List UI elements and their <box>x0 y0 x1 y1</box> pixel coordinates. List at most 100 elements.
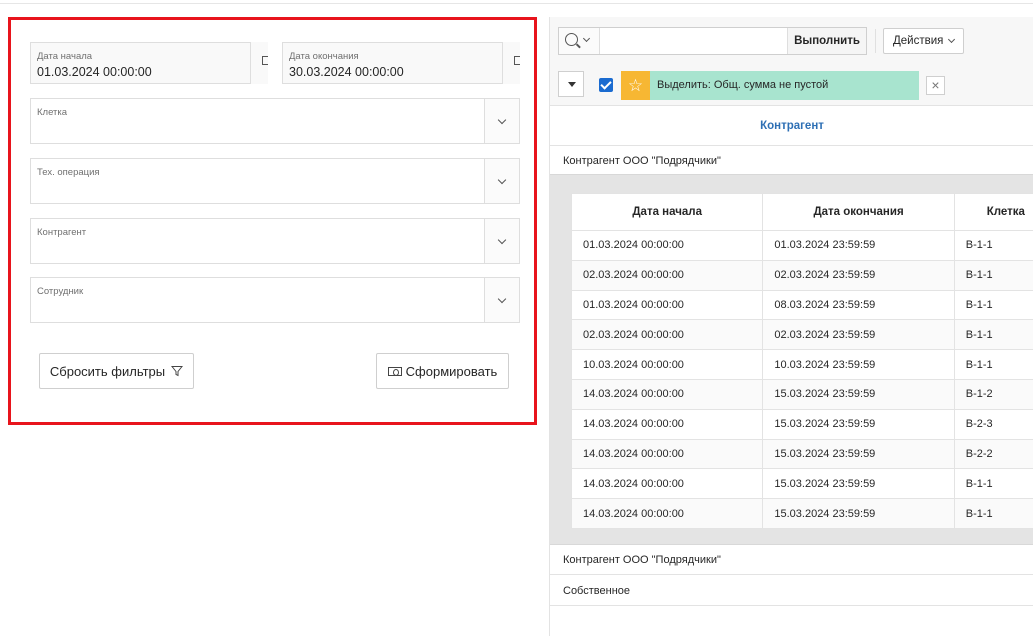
table-cell: 15.03.2024 23:59:59 <box>762 498 955 529</box>
group-row[interactable]: Собственное <box>550 576 1033 606</box>
table-cell: 14.03.2024 00:00:00 <box>570 408 764 440</box>
employee-dropdown-button[interactable] <box>484 278 519 322</box>
report-toolbar: Выполнить Действия ☆ Выделить: Общ. сумм… <box>550 17 1033 106</box>
reset-filters-label: Сбросить фильтры <box>49 363 166 379</box>
remove-highlight-button[interactable]: × <box>926 76 945 95</box>
go-button[interactable]: Выполнить <box>787 28 866 54</box>
detail-header-row: Дата начала Дата окончания Клетка <box>570 193 1033 231</box>
group-row[interactable]: Контрагент ООО "Подрядчики" <box>550 146 1033 176</box>
table-cell: B-2-3 <box>953 408 1033 440</box>
table-cell: B-1-1 <box>953 230 1033 261</box>
tech-operation-dropdown-button[interactable] <box>484 159 519 203</box>
table-cell: 10.03.2024 00:00:00 <box>570 349 764 380</box>
table-cell: 14.03.2024 00:00:00 <box>570 498 764 529</box>
generate-label: Сформировать <box>405 363 498 379</box>
employee-select[interactable]: Сотрудник <box>30 277 520 323</box>
highlight-filter-text: Выделить: Общ. сумма не пустой <box>657 79 829 91</box>
table-cell: 14.03.2024 00:00:00 <box>570 468 764 500</box>
table-cell: 01.03.2024 00:00:00 <box>570 289 764 321</box>
table-row: 01.03.2024 00:00:00 08.03.2024 23:59:59 B-… <box>570 289 1033 321</box>
table-cell: B-1-1 <box>953 468 1033 500</box>
chevron-down-icon <box>497 115 507 125</box>
table-cell: 15.03.2024 23:59:59 <box>762 438 955 470</box>
cell-select[interactable]: Клетка <box>30 98 520 144</box>
table-cell: 02.03.2024 00:00:00 <box>570 259 764 291</box>
table-row: 14.03.2024 00:00:00 15.03.2024 23:59:59 B-… <box>570 438 1033 470</box>
table-cell: 15.03.2024 23:59:59 <box>762 468 955 500</box>
date-start-value[interactable]: 01.03.2024 00:00:00 <box>37 65 152 79</box>
actions-menu-button[interactable]: Действия <box>883 28 964 54</box>
table-cell: 14.03.2024 00:00:00 <box>570 438 764 470</box>
table-cell: B-1-1 <box>953 498 1033 529</box>
employee-label: Сотрудник <box>37 286 84 297</box>
chevron-down-icon <box>582 34 591 43</box>
search-icon <box>565 33 578 46</box>
table-cell: 14.03.2024 00:00:00 <box>570 378 764 410</box>
counterparty-dropdown-button[interactable] <box>484 219 519 263</box>
table-cell: 02.03.2024 00:00:00 <box>570 319 764 351</box>
column-header-start-date[interactable]: Дата начала <box>570 193 764 231</box>
tech-operation-select[interactable]: Тех. операция <box>30 158 520 204</box>
table-cell: B-1-1 <box>953 349 1033 380</box>
money-icon <box>387 366 402 376</box>
calendar-icon <box>262 56 268 65</box>
table-cell: B-2-2 <box>953 438 1033 470</box>
table-row: 14.03.2024 00:00:00 15.03.2024 23:59:59 B-… <box>570 408 1033 440</box>
filter-icon <box>171 365 184 377</box>
table-cell: B-1-1 <box>953 259 1033 291</box>
group-column-header[interactable]: Контрагент <box>550 106 1033 146</box>
table-cell: 15.03.2024 23:59:59 <box>762 408 955 440</box>
chevron-down-icon <box>497 294 507 304</box>
table-cell: 15.03.2024 23:59:59 <box>762 378 955 410</box>
cell-label: Клетка <box>37 107 68 118</box>
table-row: 14.03.2024 00:00:00 15.03.2024 23:59:59 B-… <box>570 378 1033 410</box>
table-cell: B-1-1 <box>953 289 1033 321</box>
counterparty-select[interactable]: Контрагент <box>30 218 520 264</box>
chevron-down-icon <box>497 175 507 185</box>
reset-filters-button[interactable]: Сбросить фильтры <box>39 353 194 389</box>
filter-panel: Дата начала 01.03.2024 00:00:00 Дата око… <box>8 17 537 425</box>
date-end-label: Дата окончания <box>289 51 359 62</box>
date-start-calendar-button[interactable] <box>250 42 268 84</box>
table-cell: 02.03.2024 23:59:59 <box>762 259 955 291</box>
actions-label: Действия <box>893 35 944 47</box>
group-row[interactable]: Контрагент ООО "Подрядчики" <box>550 545 1033 575</box>
table-row: 14.03.2024 00:00:00 15.03.2024 23:59:59 B-… <box>570 468 1033 500</box>
table-cell: B-1-1 <box>953 319 1033 351</box>
highlight-enable-checkbox[interactable] <box>599 78 613 92</box>
table-cell: 01.03.2024 23:59:59 <box>762 230 955 261</box>
report-region: Выполнить Действия ☆ Выделить: Общ. сумм… <box>549 17 1033 636</box>
top-divider <box>0 3 1033 4</box>
table-row: 02.03.2024 00:00:00 02.03.2024 23:59:59 B-… <box>570 319 1033 351</box>
star-icon: ☆ <box>621 71 650 100</box>
search-input[interactable] <box>600 28 788 54</box>
table-cell: 02.03.2024 23:59:59 <box>762 319 955 351</box>
tech-operation-label: Тех. операция <box>37 167 100 178</box>
search-bar: Выполнить <box>558 27 867 55</box>
nested-detail-region: Дата начала Дата окончания Клетка 01.03.… <box>550 174 1033 545</box>
column-header-end-date[interactable]: Дата окончания <box>762 193 955 231</box>
date-end-calendar-button[interactable] <box>502 42 520 84</box>
calendar-icon <box>514 56 520 65</box>
table-cell: 10.03.2024 23:59:59 <box>762 349 955 380</box>
cell-dropdown-button[interactable] <box>484 99 519 143</box>
toolbar-divider <box>875 29 876 53</box>
date-end-value[interactable]: 30.03.2024 00:00:00 <box>289 65 404 79</box>
search-column-button[interactable] <box>559 28 600 54</box>
table-row: 14.03.2024 00:00:00 15.03.2024 23:59:59 B-… <box>570 498 1033 529</box>
date-start-label: Дата начала <box>37 51 93 62</box>
column-header-cell[interactable]: Клетка <box>953 193 1033 231</box>
counterparty-label: Контрагент <box>37 227 87 238</box>
table-cell: 01.03.2024 00:00:00 <box>570 230 764 261</box>
chevron-down-icon <box>948 35 956 43</box>
table-row: 10.03.2024 00:00:00 10.03.2024 23:59:59 B-… <box>570 349 1033 380</box>
date-start-field[interactable]: Дата начала 01.03.2024 00:00:00 <box>30 42 268 84</box>
highlight-filter-chip[interactable]: ☆ Выделить: Общ. сумма не пустой <box>621 71 919 100</box>
table-cell: 08.03.2024 23:59:59 <box>762 289 955 321</box>
generate-button[interactable]: Сформировать <box>376 353 509 389</box>
collapse-filters-button[interactable] <box>558 71 584 97</box>
table-cell: B-1-2 <box>953 378 1033 410</box>
caret-down-icon <box>568 82 576 87</box>
table-row: 01.03.2024 00:00:00 01.03.2024 23:59:59 B-… <box>570 230 1033 261</box>
date-end-field[interactable]: Дата окончания 30.03.2024 00:00:00 <box>282 42 520 84</box>
